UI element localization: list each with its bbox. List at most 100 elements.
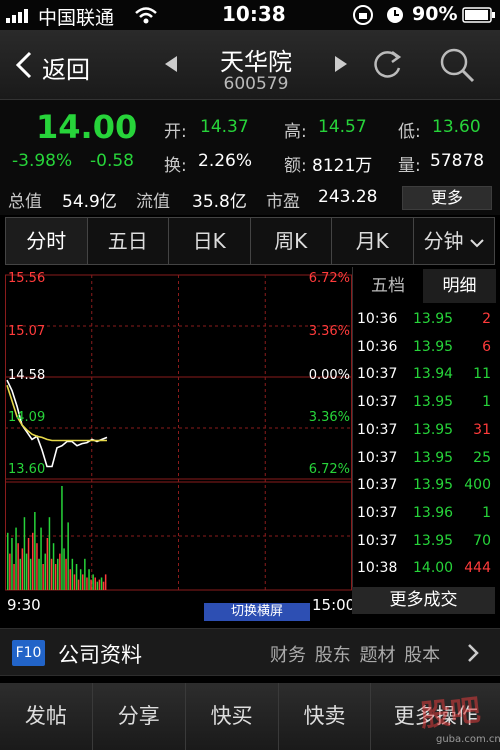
volume-bar bbox=[57, 558, 59, 590]
axis-left-1: 15.56 bbox=[8, 271, 46, 286]
trade-row: 10:37 13.95 25 bbox=[357, 444, 491, 472]
volume-bar bbox=[27, 538, 30, 590]
time-start-label: 9:30 bbox=[7, 596, 41, 614]
tab-daily-k[interactable]: 日K bbox=[169, 218, 251, 264]
volume-bar bbox=[21, 548, 24, 590]
trade-volume: 11 bbox=[473, 366, 491, 383]
volume-bar bbox=[40, 527, 42, 590]
trade-row: 10:37 13.95 31 bbox=[357, 416, 491, 444]
tab-minute-label: 分钟 bbox=[423, 229, 464, 253]
company-info-title: 公司资料 bbox=[58, 643, 142, 667]
trade-volume: 25 bbox=[473, 449, 491, 466]
turnover-label: 换: bbox=[164, 156, 187, 176]
tab-order-book[interactable]: 五档 bbox=[353, 269, 423, 303]
trade-time: 10:37 bbox=[357, 394, 398, 411]
next-stock-icon[interactable] bbox=[333, 54, 349, 74]
watermark-url: guba.com.cn bbox=[436, 734, 500, 745]
trade-volume: 2 bbox=[482, 311, 491, 327]
post-button[interactable]: 发帖 bbox=[0, 683, 93, 750]
status-bar: 中国联通 10:38 90% bbox=[0, 0, 500, 30]
tab-monthly-k[interactable]: 月K bbox=[332, 218, 414, 264]
trade-price: 13.95 bbox=[413, 311, 454, 327]
trade-row: 10:36 13.95 6 bbox=[357, 333, 491, 361]
nav-header: 返回 天华院 600579 bbox=[0, 30, 500, 100]
low-value: 13.60 bbox=[432, 117, 481, 137]
volume-bar bbox=[25, 553, 28, 590]
volume-bar bbox=[104, 574, 107, 590]
trade-price: 13.95 bbox=[413, 338, 454, 355]
landscape-switch-button[interactable]: 切换横屏 bbox=[204, 603, 310, 621]
search-icon[interactable] bbox=[438, 46, 476, 84]
share-button[interactable]: 分享 bbox=[93, 683, 186, 750]
signal-icon bbox=[6, 9, 28, 23]
float-cap-label: 流值 bbox=[136, 192, 170, 212]
quick-sell-button[interactable]: 快卖 bbox=[279, 683, 372, 750]
trade-price: 13.95 bbox=[413, 394, 454, 411]
volume-bar bbox=[73, 574, 76, 590]
high-label: 高: bbox=[284, 122, 307, 142]
stock-name: 天华院 bbox=[220, 48, 292, 76]
volume-bar bbox=[11, 538, 13, 590]
volume-label: 量: bbox=[398, 156, 421, 176]
trade-row: 10:38 14.00 444 bbox=[357, 554, 491, 582]
amount-value: 8121万 bbox=[312, 156, 373, 176]
mktcap-value: 54.9亿 bbox=[62, 192, 117, 212]
tab-weekly-k[interactable]: 周K bbox=[251, 218, 332, 264]
trade-time: 10:37 bbox=[357, 421, 398, 438]
volume-bar bbox=[90, 579, 92, 590]
axis-right-3: 0.00% bbox=[308, 368, 350, 383]
alarm-icon bbox=[387, 7, 403, 23]
volume-bar bbox=[17, 543, 19, 590]
volume-bar bbox=[52, 543, 55, 590]
quick-buy-button[interactable]: 快买 bbox=[186, 683, 279, 750]
volume-bar bbox=[32, 532, 34, 590]
axis-left-5: 13.60 bbox=[8, 462, 46, 477]
trade-row: 10:37 13.95 400 bbox=[357, 471, 491, 499]
trade-time: 10:37 bbox=[357, 477, 398, 494]
volume-bar bbox=[100, 577, 103, 590]
axis-right-4: 3.36% bbox=[308, 410, 350, 425]
tab-trade-detail[interactable]: 明细 bbox=[423, 269, 496, 303]
volume-bar bbox=[77, 579, 80, 590]
company-info-links: 财务 股东 题材 股本 bbox=[270, 645, 441, 666]
trade-time: 10:37 bbox=[357, 504, 398, 521]
volume-bar bbox=[54, 564, 57, 590]
axis-right-1: 6.72% bbox=[308, 271, 350, 286]
volume-bar bbox=[96, 581, 99, 590]
volume-bar bbox=[15, 527, 17, 590]
trade-volume: 444 bbox=[464, 560, 491, 577]
trade-time: 10:36 bbox=[357, 338, 398, 355]
volume-bar bbox=[46, 538, 49, 590]
time-end-label: 15:00 bbox=[312, 596, 356, 614]
quote-panel: 14.00 -3.98% -0.58 开: 14.37 高: 14.57 低: … bbox=[0, 100, 500, 215]
axis-left-3: 14.58 bbox=[8, 368, 46, 383]
volume-bar bbox=[9, 553, 11, 590]
pe-value: 243.28 bbox=[318, 187, 378, 207]
open-label: 开: bbox=[164, 122, 187, 142]
wifi-icon bbox=[135, 7, 157, 24]
more-quote-button[interactable]: 更多 bbox=[402, 186, 492, 210]
refresh-icon[interactable] bbox=[370, 48, 404, 82]
volume-bar bbox=[42, 564, 44, 590]
tab-minute[interactable]: 分钟 bbox=[414, 218, 495, 264]
volume-bar bbox=[98, 579, 101, 590]
watermark-logo: 股吧 bbox=[418, 692, 483, 735]
trade-time: 10:37 bbox=[357, 449, 398, 466]
intraday-chart[interactable] bbox=[5, 267, 352, 612]
chevron-right-icon bbox=[468, 644, 479, 662]
trade-row: 10:37 13.95 1 bbox=[357, 388, 491, 416]
tab-five-day[interactable]: 五日 bbox=[88, 218, 169, 264]
axis-left-4: 14.09 bbox=[8, 410, 46, 425]
more-trades-button[interactable]: 更多成交 bbox=[352, 587, 495, 614]
trade-time: 10:37 bbox=[357, 532, 398, 549]
trade-volume: 1 bbox=[482, 394, 491, 411]
trade-volume: 1 bbox=[482, 504, 491, 521]
mktcap-label: 总值 bbox=[8, 192, 42, 212]
tab-intraday[interactable]: 分时 bbox=[6, 218, 88, 264]
trade-detail-panel: 五档 明细 10:36 13.95 2 10:36 13.95 6 10:37 13.94 11… bbox=[352, 267, 496, 587]
volume-bar bbox=[34, 512, 36, 590]
pe-label: 市盈 bbox=[266, 192, 300, 212]
trade-price: 14.00 bbox=[413, 560, 454, 577]
company-info-row[interactable]: F10 公司资料 财务 股东 题材 股本 bbox=[0, 628, 500, 676]
trade-time: 10:37 bbox=[357, 366, 398, 383]
